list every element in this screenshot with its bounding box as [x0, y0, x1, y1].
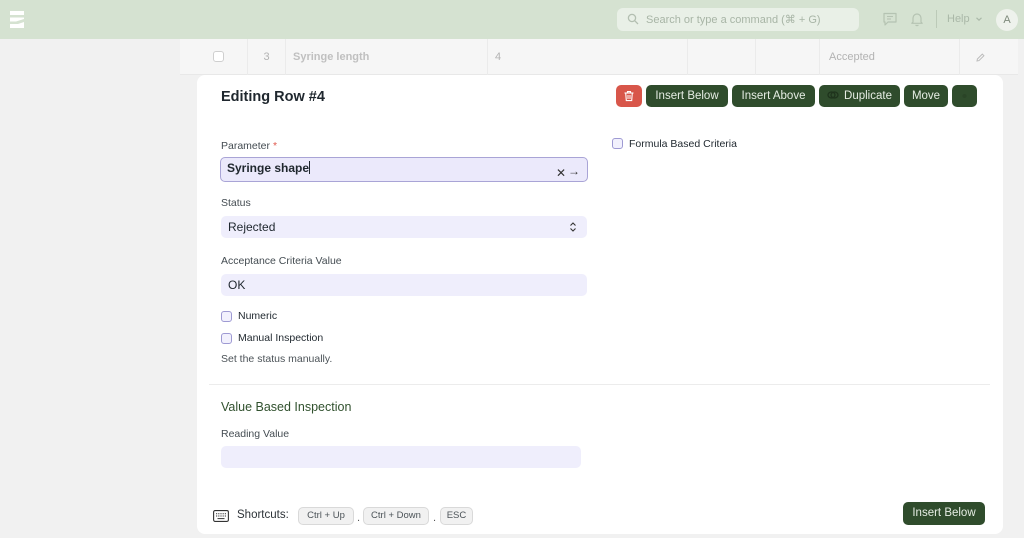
shortcuts-label: Shortcuts:: [237, 509, 289, 521]
row-empty-cell[interactable]: [756, 39, 820, 75]
clear-icon[interactable]: ✕: [556, 163, 566, 183]
shortcut-key-ctrl-down: Ctrl + Down: [363, 507, 429, 525]
insert-above-button[interactable]: Insert Above: [732, 85, 815, 107]
shortcut-separator: .: [433, 512, 437, 524]
value-based-inspection-heading: Value Based Inspection: [221, 400, 352, 414]
shortcut-separator: .: [357, 512, 361, 524]
row-parameter[interactable]: Syringe length: [286, 39, 488, 75]
reading-value-input[interactable]: [221, 446, 581, 468]
row-editor-panel: Editing Row #4 Insert Below Insert Above…: [197, 75, 1003, 534]
manual-inspection-label[interactable]: Manual Inspection: [238, 332, 323, 344]
parameter-link-field[interactable]: Syringe shape ✕ →: [220, 157, 588, 182]
row-value[interactable]: 4: [488, 39, 688, 75]
manual-inspection-description: Set the status manually.: [221, 353, 333, 365]
more-actions-button[interactable]: [952, 85, 977, 107]
chevron-down-icon[interactable]: [975, 15, 983, 23]
search-placeholder: Search or type a command (⌘ + G): [646, 14, 821, 26]
more-icon: [962, 94, 967, 98]
duplicate-label: Duplicate: [844, 90, 892, 102]
acceptance-criteria-input[interactable]: OK: [221, 274, 587, 296]
footer-insert-below-button[interactable]: Insert Below: [903, 502, 985, 525]
editor-title: Editing Row #4: [221, 89, 325, 105]
select-updown-icon: [570, 222, 576, 232]
open-link-arrow-icon[interactable]: →: [568, 161, 580, 181]
parameter-value: Syringe shape: [227, 161, 310, 175]
search-icon: [627, 13, 639, 25]
insert-below-button[interactable]: Insert Below: [646, 85, 728, 107]
chat-icon[interactable]: [882, 11, 898, 27]
edit-pencil-icon[interactable]: [976, 53, 985, 62]
delete-row-button[interactable]: [616, 85, 642, 107]
numeric-label[interactable]: Numeric: [238, 310, 277, 322]
table-row[interactable]: 3 Syringe length 4 Accepted: [180, 39, 1018, 75]
search-bar[interactable]: Search or type a command (⌘ + G): [617, 8, 859, 31]
shortcut-key-ctrl-up: Ctrl + Up: [298, 507, 354, 525]
row-check-cell: [180, 39, 248, 75]
notification-bell-icon[interactable]: [909, 11, 925, 27]
help-menu[interactable]: Help: [947, 13, 970, 25]
trash-icon: [624, 91, 634, 102]
parameter-label: Parameter *: [221, 140, 278, 152]
status-value: Rejected: [228, 220, 276, 234]
text-cursor: [309, 161, 311, 174]
required-mark: *: [272, 140, 278, 152]
acceptance-criteria-label: Acceptance Criteria Value: [221, 255, 342, 267]
row-empty-cell[interactable]: [688, 39, 756, 75]
manual-inspection-checkbox[interactable]: [221, 333, 232, 344]
duplicate-icon: [827, 91, 839, 99]
row-index: 3: [248, 39, 286, 75]
shortcut-key-esc: ESC: [440, 507, 473, 525]
reading-value-label: Reading Value: [221, 428, 290, 440]
avatar[interactable]: A: [996, 9, 1018, 31]
formula-based-criteria-checkbox[interactable]: [612, 138, 623, 149]
navbar-separator: [936, 10, 937, 28]
duplicate-button[interactable]: Duplicate: [819, 85, 900, 107]
section-divider: [209, 384, 990, 385]
move-button[interactable]: Move: [904, 85, 948, 107]
app-logo-icon[interactable]: [10, 11, 24, 28]
status-label: Status: [221, 197, 251, 209]
row-status[interactable]: Accepted: [820, 39, 960, 75]
keyboard-icon: [213, 510, 229, 522]
top-navbar: Search or type a command (⌘ + G) Help A: [0, 0, 1024, 39]
numeric-checkbox[interactable]: [221, 311, 232, 322]
formula-based-criteria-label[interactable]: Formula Based Criteria: [629, 138, 737, 150]
status-select[interactable]: Rejected: [221, 216, 587, 238]
